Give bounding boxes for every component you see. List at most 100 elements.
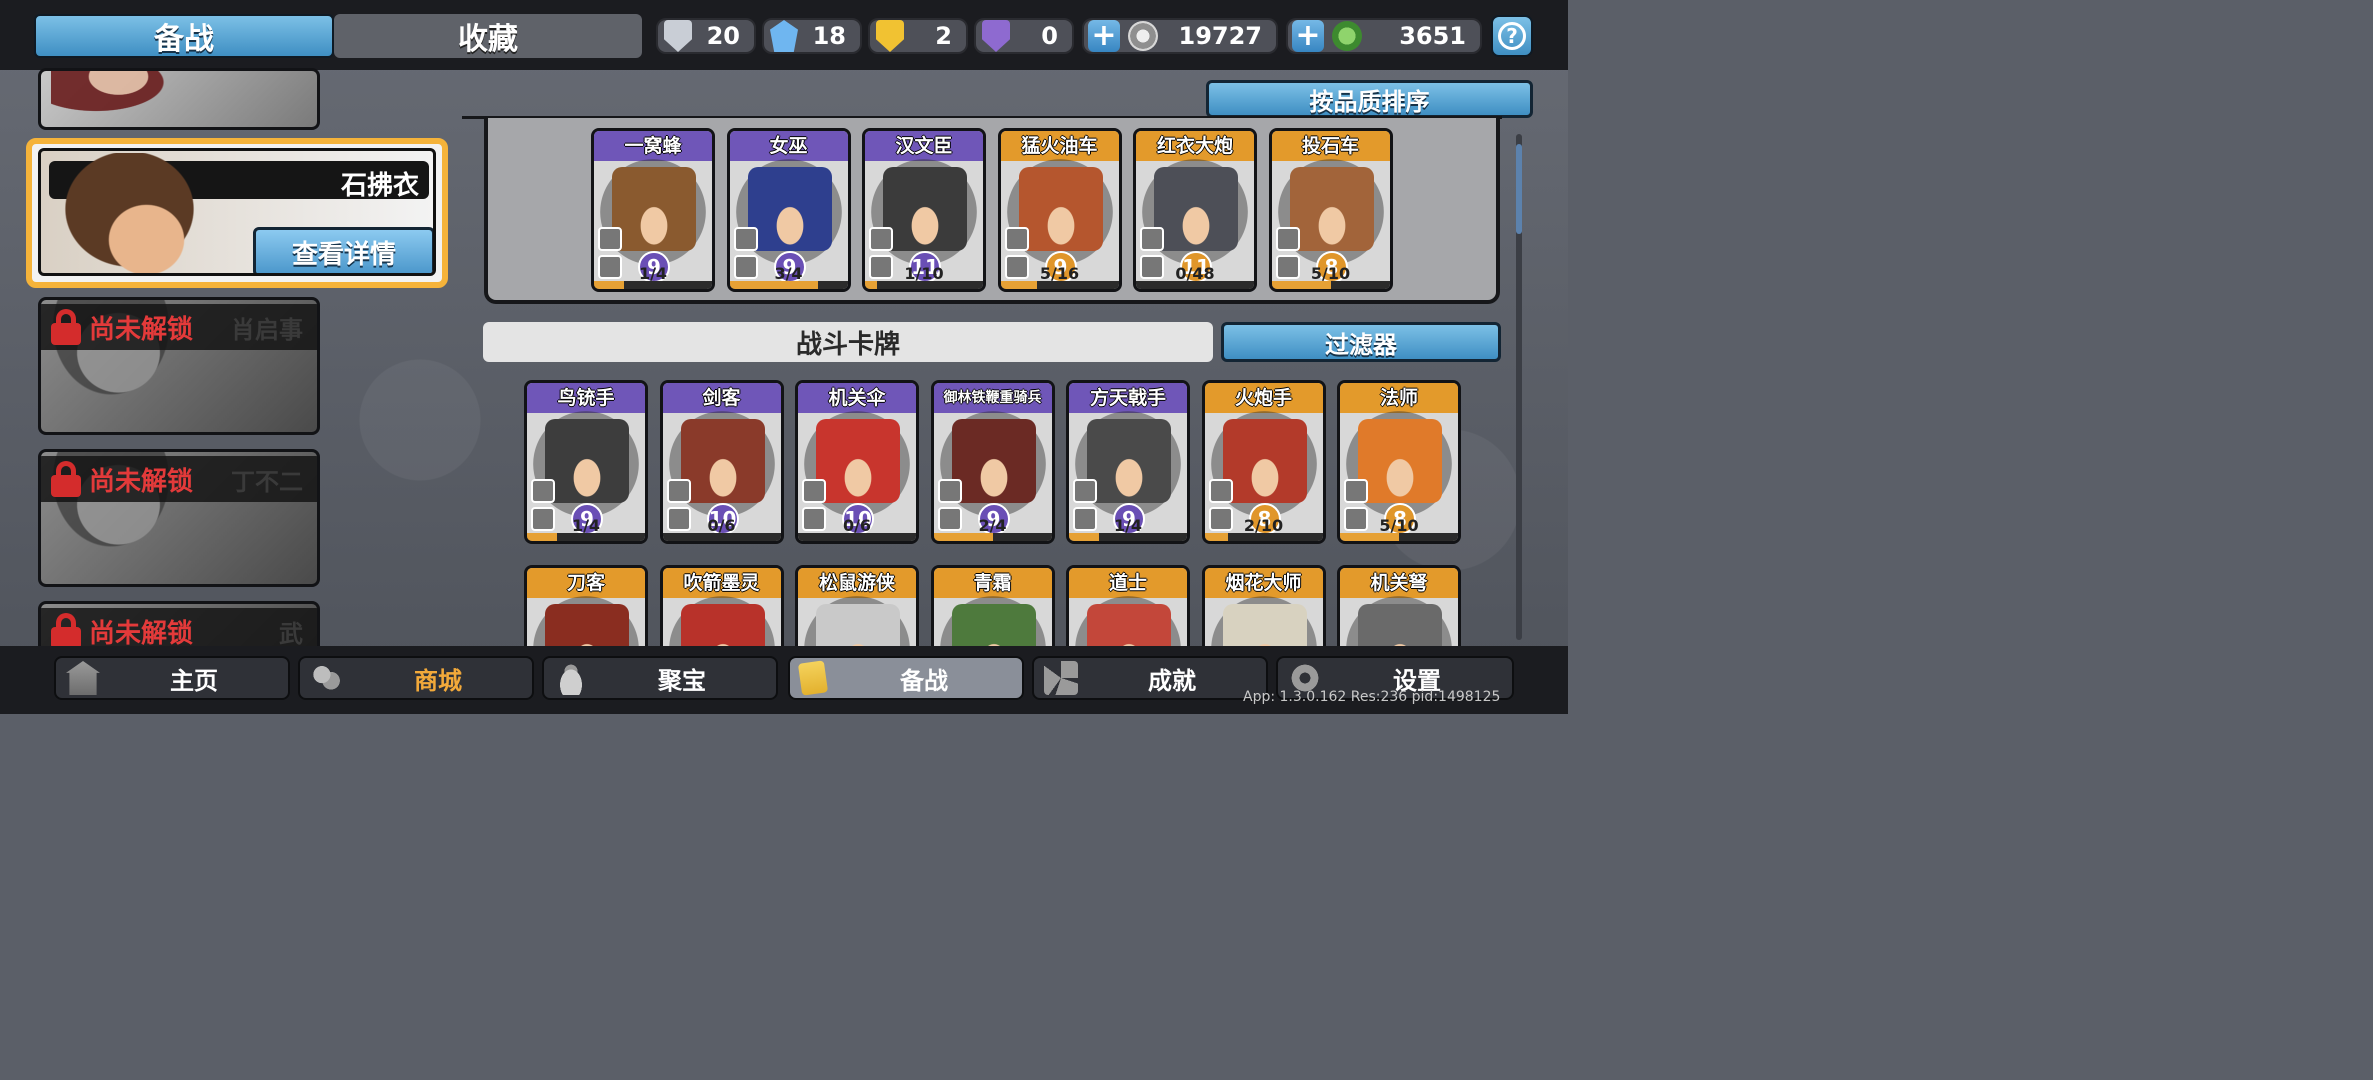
achievements-icon xyxy=(1044,661,1078,695)
locked-bar: 尚未解锁 丁不二 xyxy=(41,456,317,502)
upgrade-progress-bar xyxy=(798,533,916,541)
nav-treasure-label: 聚宝 xyxy=(658,666,706,695)
cards-icon xyxy=(797,660,829,696)
hero-card-top-partial[interactable] xyxy=(38,68,320,130)
unit-card-name: 机关弩 xyxy=(1340,568,1458,598)
unit-card[interactable]: 红衣大炮 11 0/48 xyxy=(1133,128,1257,292)
upgrade-progress-fill xyxy=(1271,281,1331,289)
lock-icon xyxy=(51,461,81,497)
unit-card[interactable]: 投石车 8 5/10 xyxy=(1268,128,1393,292)
unit-card-name: 猛火油车 xyxy=(1000,131,1119,161)
silver-coin-count: 19727 xyxy=(1178,22,1263,50)
unit-portrait xyxy=(1222,419,1307,503)
hero-card-locked[interactable]: 尚未解锁 肖启事 xyxy=(38,297,320,435)
nav-achievements-label: 成就 xyxy=(1148,666,1196,695)
unit-card[interactable]: 汉文臣 11 1/10 xyxy=(862,128,986,292)
upgrade-progress-bar xyxy=(527,533,645,541)
unit-card-name: 投石车 xyxy=(1271,131,1390,161)
ability-icon xyxy=(1004,227,1029,251)
unit-card[interactable]: 方天戟手 9 1/4 xyxy=(1066,380,1190,544)
add-jade-coin-button[interactable]: + xyxy=(1292,20,1324,52)
locked-label: 尚未解锁 xyxy=(89,314,194,345)
add-silver-coin-button[interactable]: + xyxy=(1088,20,1120,52)
unit-card[interactable]: 机关弩 xyxy=(1337,565,1461,646)
ability-icon xyxy=(1275,227,1300,251)
locked-label: 尚未解锁 xyxy=(89,466,194,497)
lock-icon xyxy=(51,613,81,649)
view-details-button[interactable]: 查看详情 xyxy=(253,227,433,273)
unit-portrait xyxy=(1289,167,1374,251)
upgrade-progress-bar xyxy=(1000,281,1119,289)
help-button[interactable]: ? xyxy=(1491,15,1533,57)
tab-prepare[interactable]: 备战 xyxy=(34,14,334,58)
nav-home[interactable]: 主页 xyxy=(54,656,290,700)
unit-card-name: 火炮手 xyxy=(1204,383,1323,413)
scrollbar-thumb[interactable] xyxy=(1516,144,1522,234)
unit-card[interactable]: 剑客 10 0/6 xyxy=(659,380,784,544)
resource-jade-coin: + 3651 xyxy=(1286,18,1482,54)
unit-card[interactable]: 机关伞 10 0/6 xyxy=(795,380,919,544)
nav-treasure[interactable]: 聚宝 xyxy=(542,656,778,700)
unit-card[interactable]: 烟花大师 xyxy=(1201,565,1326,646)
unit-portrait xyxy=(1358,604,1442,646)
unit-card[interactable]: 吹箭墨灵 xyxy=(659,565,784,646)
ability-icon xyxy=(1208,479,1233,503)
upgrade-progress-bar xyxy=(1271,281,1390,289)
version-text: App: 1.3.0.162 Res:236 pid:1498125 xyxy=(1243,689,1501,705)
unit-card[interactable]: 御林铁鞭重骑兵 9 2/4 xyxy=(930,380,1055,544)
upgrade-progress-bar xyxy=(865,281,983,289)
blue-crystal-count: 18 xyxy=(812,22,846,50)
unit-portrait xyxy=(612,167,696,251)
resource-gold-shield: 2 xyxy=(868,18,968,54)
unit-card[interactable]: 刀客 xyxy=(524,565,648,646)
scrollbar[interactable] xyxy=(1516,134,1522,640)
hero-name: 石拂衣 xyxy=(340,171,419,201)
locked-label: 尚未解锁 xyxy=(89,618,194,649)
sort-by-quality-button[interactable]: 按品质排序 xyxy=(1206,80,1533,118)
unit-card[interactable]: 火炮手 8 2/10 xyxy=(1201,380,1326,544)
locked-hero-name: 肖启事 xyxy=(231,315,303,344)
unit-card-name: 吹箭墨灵 xyxy=(662,568,781,598)
hero-card-locked[interactable]: 尚未解锁 丁不二 xyxy=(38,449,320,587)
unit-card-name: 方天戟手 xyxy=(1069,383,1187,413)
unit-card-name: 法师 xyxy=(1340,383,1458,413)
unit-card[interactable]: 猛火油车 9 5/16 xyxy=(997,128,1122,292)
hero-card-selected[interactable]: 石拂衣 查看详情 xyxy=(26,138,448,288)
upgrade-progress-bar xyxy=(1204,533,1323,541)
tab-collection[interactable]: 收藏 xyxy=(334,14,642,58)
unit-portrait xyxy=(680,604,765,646)
treasure-bowl-icon xyxy=(554,661,588,695)
ability-icon xyxy=(1344,479,1368,503)
unit-card[interactable]: 一窝蜂 9 1/4 xyxy=(591,128,715,292)
unit-card-name: 汉文臣 xyxy=(865,131,983,161)
nav-achievements[interactable]: 成就 xyxy=(1032,656,1268,700)
gold-shield-count: 2 xyxy=(935,22,952,50)
unit-card[interactable]: 道士 xyxy=(1066,565,1190,646)
unit-card[interactable]: 松鼠游侠 xyxy=(795,565,919,646)
unit-card[interactable]: 青霜 xyxy=(930,565,1055,646)
unit-card-name: 鸟铳手 xyxy=(527,383,645,413)
nav-prepare[interactable]: 备战 xyxy=(788,656,1024,700)
hero-card-inner: 石拂衣 查看详情 xyxy=(38,148,436,276)
blue-crystal-icon xyxy=(770,20,798,52)
unit-card[interactable]: 鸟铳手 9 1/4 xyxy=(524,380,648,544)
hero-portrait xyxy=(51,71,201,127)
gold-shield-icon xyxy=(876,20,904,52)
nav-shop[interactable]: 商城 xyxy=(298,656,534,700)
upgrade-progress-fill xyxy=(594,281,624,289)
unit-card[interactable]: 女巫 9 3/4 xyxy=(726,128,851,292)
battle-cards-title: 战斗卡牌 xyxy=(483,322,1213,362)
nav-prepare-label: 备战 xyxy=(900,666,948,695)
unit-card-name: 一窝蜂 xyxy=(594,131,712,161)
resource-silver-shield: 20 xyxy=(656,18,756,54)
filter-button[interactable]: 过滤器 xyxy=(1221,322,1501,362)
nav-shop-label: 商城 xyxy=(414,666,462,695)
unit-card-name: 刀客 xyxy=(527,568,645,598)
upgrade-progress-fill xyxy=(1340,533,1399,541)
unit-card-name: 机关伞 xyxy=(798,383,916,413)
lock-icon xyxy=(51,309,81,345)
resource-blue-crystal: 18 xyxy=(762,18,862,54)
unit-card-name: 烟花大师 xyxy=(1204,568,1323,598)
unit-card[interactable]: 法师 8 5/10 xyxy=(1337,380,1461,544)
resource-purple-shield: 0 xyxy=(974,18,1074,54)
